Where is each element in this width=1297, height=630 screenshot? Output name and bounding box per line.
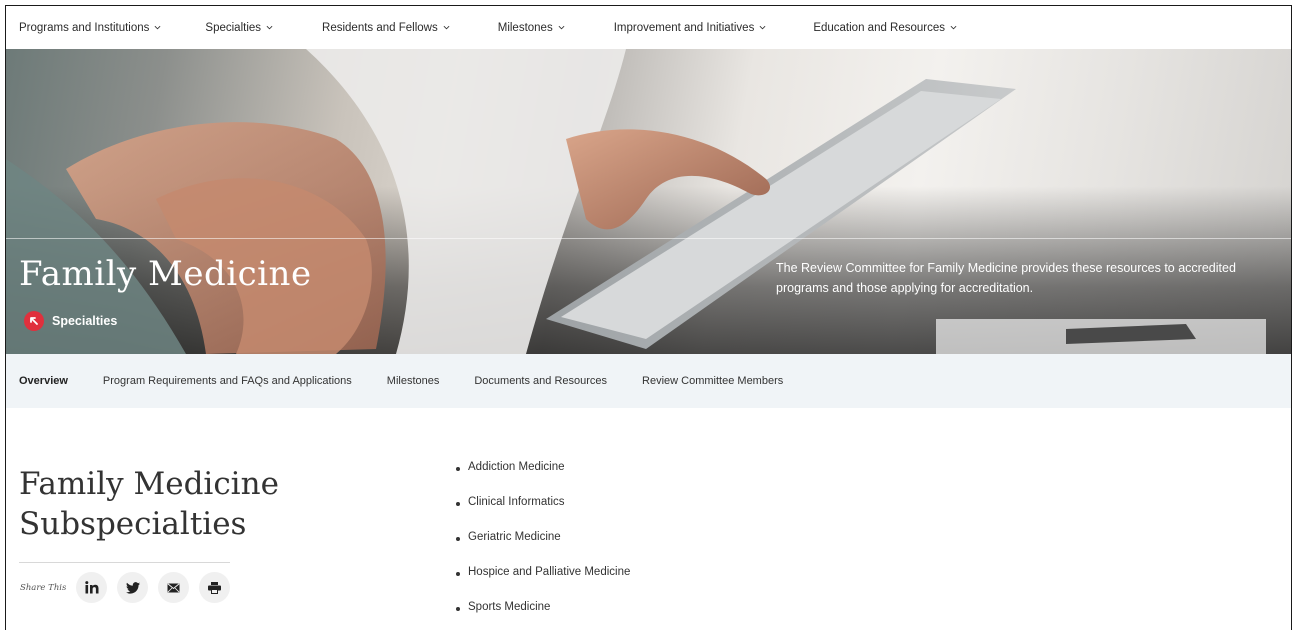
bullet <box>456 467 460 471</box>
chevron-down-icon <box>950 25 957 30</box>
share-print-button[interactable] <box>199 572 230 603</box>
bullet <box>456 607 460 611</box>
section-tabs: Overview Program Requirements and FAQs a… <box>6 354 1291 408</box>
tab-milestones[interactable]: Milestones <box>387 375 440 387</box>
nav-programs-and-institutions[interactable]: Programs and Institutions <box>19 22 161 34</box>
print-icon <box>208 581 221 594</box>
share-twitter-button[interactable] <box>117 572 148 603</box>
nav-label: Residents and Fellows <box>322 21 438 34</box>
hero-divider <box>6 238 1291 239</box>
chevron-down-icon <box>154 25 161 30</box>
nav-label: Improvement and Initiatives <box>613 21 755 34</box>
tab-overview[interactable]: Overview <box>19 375 68 387</box>
breadcrumb-specialties[interactable]: Specialties <box>24 311 117 331</box>
share-email-button[interactable] <box>158 572 189 603</box>
hero-background-image <box>6 49 1266 354</box>
list-item-sports-medicine[interactable]: Sports Medicine <box>454 601 630 630</box>
chevron-down-icon <box>558 25 565 30</box>
hero-description: The Review Committee for Family Medicine… <box>776 261 1236 295</box>
list-item-label: Addiction Medicine <box>468 461 565 473</box>
tab-program-requirements[interactable]: Program Requirements and FAQs and Applic… <box>103 375 352 387</box>
breadcrumb-label: Specialties <box>52 314 118 328</box>
list-item-clinical-informatics[interactable]: Clinical Informatics <box>454 496 630 531</box>
nav-milestones[interactable]: Milestones <box>498 22 565 34</box>
list-item-label: Geriatric Medicine <box>468 531 561 543</box>
list-item-label: Clinical Informatics <box>468 496 565 508</box>
arrow-up-left-icon <box>24 311 44 331</box>
nav-residents-and-fellows[interactable]: Residents and Fellows <box>322 22 450 34</box>
nav-label: Education and Resources <box>813 21 946 34</box>
linkedin-icon <box>84 581 98 594</box>
page-frame: Programs and Institutions Specialties Re… <box>5 5 1292 630</box>
section-title: Family Medicine Subspecialties <box>19 464 279 544</box>
nav-specialties[interactable]: Specialties <box>205 22 273 34</box>
list-item-label: Sports Medicine <box>468 601 551 613</box>
tab-documents-and-resources[interactable]: Documents and Resources <box>474 375 607 387</box>
bullet <box>456 572 460 576</box>
title-divider <box>19 562 230 563</box>
nav-improvement-and-initiatives[interactable]: Improvement and Initiatives <box>614 22 767 34</box>
list-item-label: Hospice and Palliative Medicine <box>468 566 631 578</box>
nav-education-and-resources[interactable]: Education and Resources <box>813 22 957 34</box>
subspecialties-list: Addiction Medicine Clinical Informatics … <box>454 461 630 630</box>
section-title-line: Family Medicine <box>19 466 279 502</box>
chevron-down-icon <box>266 25 273 30</box>
list-item-addiction-medicine[interactable]: Addiction Medicine <box>454 461 630 496</box>
bullet <box>456 502 460 506</box>
bullet <box>456 537 460 541</box>
nav-label: Milestones <box>497 21 553 34</box>
nav-label: Specialties <box>205 21 262 34</box>
nav-label: Programs and Institutions <box>19 21 150 34</box>
hero-banner: Family Medicine Specialties The Review C… <box>6 49 1291 354</box>
twitter-icon <box>125 581 140 594</box>
list-item-hospice-palliative-medicine[interactable]: Hospice and Palliative Medicine <box>454 566 630 601</box>
chevron-down-icon <box>759 25 766 30</box>
top-navigation: Programs and Institutions Specialties Re… <box>6 6 1291 49</box>
chevron-down-icon <box>443 25 450 30</box>
page-title: Family Medicine <box>19 254 312 294</box>
section-title-line: Subspecialties <box>19 506 247 542</box>
list-item-geriatric-medicine[interactable]: Geriatric Medicine <box>454 531 630 566</box>
share-linkedin-button[interactable] <box>76 572 107 603</box>
tab-review-committee-members[interactable]: Review Committee Members <box>642 375 783 387</box>
email-icon <box>167 582 180 592</box>
share-label: Share This <box>20 583 67 593</box>
